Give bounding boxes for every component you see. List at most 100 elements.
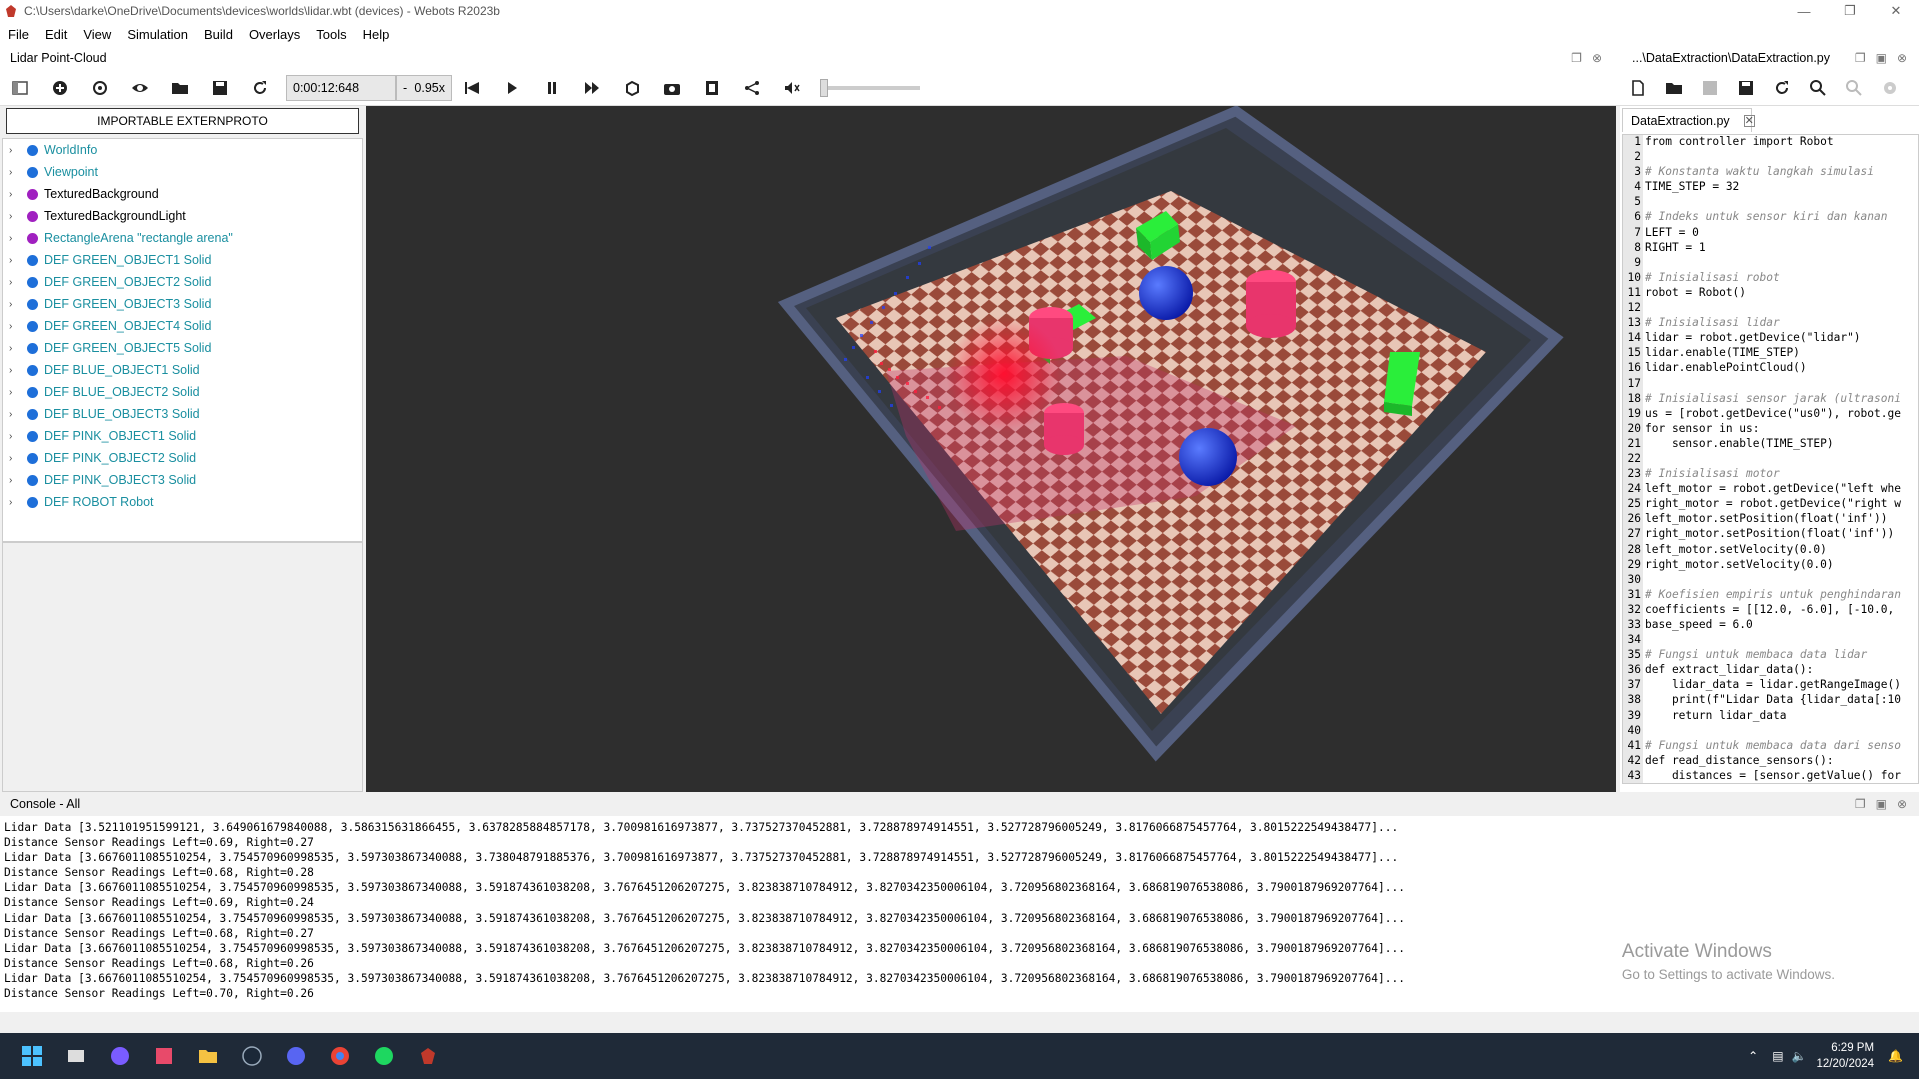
code-line[interactable]: 37 lidar_data = lidar.getRangeImage() (1623, 678, 1918, 694)
code-line[interactable]: 28 left_motor.setVelocity(0.0) (1623, 542, 1918, 558)
editor-maximize-icon[interactable]: ▣ (1876, 51, 1887, 65)
code-line[interactable]: 6 # Indeks untuk sensor kiri dan kanan (1623, 210, 1918, 226)
scene-tree-item[interactable]: › DEF PINK_OBJECT1 Solid (3, 425, 362, 447)
copilot-button[interactable] (98, 1036, 142, 1076)
scene-tree-item[interactable]: › DEF GREEN_OBJECT3 Solid (3, 293, 362, 315)
scene-tree-item[interactable]: › DEF ROBOT Robot (3, 491, 362, 513)
close-icon[interactable]: ✕ (1873, 0, 1919, 22)
save-file-disabled-button[interactable] (1694, 74, 1726, 102)
build-button[interactable] (1874, 74, 1906, 102)
notification-bell-icon[interactable]: 🔔 (1888, 1049, 1903, 1063)
editor-undock-icon[interactable]: ❐ (1855, 51, 1866, 65)
reload-world-button[interactable] (244, 74, 276, 102)
code-line[interactable]: 41 # Fungsi untuk membaca data dari senso (1623, 738, 1918, 754)
record-movie-button[interactable] (696, 74, 728, 102)
code-line[interactable]: 38 print(f"Lidar Data {lidar_data[:10 (1623, 693, 1918, 709)
code-line[interactable]: 4 TIME_STEP = 32 (1623, 180, 1918, 196)
step-button[interactable] (496, 74, 528, 102)
code-line[interactable]: 22 (1623, 451, 1918, 468)
chevron-right-icon[interactable]: › (9, 431, 23, 442)
network-icon[interactable]: ▤ (1772, 1049, 1783, 1063)
scene-tree-item[interactable]: › DEF GREEN_OBJECT5 Solid (3, 337, 362, 359)
clock[interactable]: 6:29 PM 12/20/2024 (1816, 1040, 1874, 1072)
code-line[interactable]: 21 sensor.enable(TIME_STEP) (1623, 436, 1918, 452)
chevron-right-icon[interactable]: › (9, 277, 23, 288)
chevron-right-icon[interactable]: › (9, 145, 23, 156)
code-line[interactable]: 42 def read_distance_sensors(): (1623, 753, 1918, 769)
save-all-button[interactable] (1730, 74, 1762, 102)
chevron-right-icon[interactable]: › (9, 189, 23, 200)
steam-button[interactable] (230, 1036, 274, 1076)
code-line[interactable]: 17 (1623, 376, 1918, 392)
chevron-right-icon[interactable]: › (9, 211, 23, 222)
open-file-button[interactable] (1658, 74, 1690, 102)
undock-icon[interactable]: ❐ (1571, 51, 1582, 65)
reset-simulation-button[interactable] (456, 74, 488, 102)
find-next-button[interactable] (1838, 74, 1870, 102)
scene-tree-item[interactable]: › WorldInfo (3, 139, 362, 161)
code-line[interactable]: 32 coefficients = [[12.0, -6.0], [-10.0, (1623, 602, 1918, 618)
code-line[interactable]: 25 right_motor = robot.getDevice("right w (1623, 497, 1918, 513)
chevron-up-icon[interactable]: ⌃ (1748, 1049, 1758, 1063)
code-line[interactable]: 23 # Inisialisasi motor (1623, 467, 1918, 483)
new-file-button[interactable] (1622, 74, 1654, 102)
toggle-scene-tree-button[interactable] (4, 74, 36, 102)
code-line[interactable]: 5 (1623, 195, 1918, 211)
file-explorer-button[interactable] (186, 1036, 230, 1076)
chevron-right-icon[interactable]: › (9, 343, 23, 354)
code-line[interactable]: 11 robot = Robot() (1623, 285, 1918, 302)
chevron-right-icon[interactable]: › (9, 233, 23, 244)
scene-tree-item[interactable]: › DEF GREEN_OBJECT4 Solid (3, 315, 362, 337)
scene-tree-item[interactable]: › DEF GREEN_OBJECT2 Solid (3, 271, 362, 293)
menu-edit[interactable]: Edit (37, 27, 75, 42)
code-line[interactable]: 19 us = [robot.getDevice("us0"), robot.ge (1623, 406, 1918, 422)
chevron-right-icon[interactable]: › (9, 409, 23, 420)
code-line[interactable]: 31 # Koefisien empiris untuk penghindaran (1623, 587, 1918, 603)
console-undock-icon[interactable]: ❐ (1855, 797, 1866, 811)
menu-file[interactable]: File (0, 27, 37, 42)
chevron-right-icon[interactable]: › (9, 167, 23, 178)
editor-close-icon[interactable]: ⊗ (1897, 51, 1907, 65)
maximize-icon[interactable]: ❐ (1827, 0, 1873, 22)
minimize-icon[interactable]: — (1781, 0, 1827, 22)
spotify-button[interactable] (362, 1036, 406, 1076)
chevron-right-icon[interactable]: › (9, 255, 23, 266)
menu-help[interactable]: Help (355, 27, 398, 42)
menu-view[interactable]: View (75, 27, 119, 42)
code-area[interactable]: 1 from controller import Robot 2 3 # Konstan… (1622, 134, 1919, 784)
pause-button[interactable] (536, 74, 568, 102)
scene-tree-item[interactable]: › DEF BLUE_OBJECT2 Solid (3, 381, 362, 403)
scene-tree-item[interactable]: › TexturedBackground (3, 183, 362, 205)
fast-forward-button[interactable] (576, 74, 608, 102)
code-line[interactable]: 20 for sensor in us: (1623, 421, 1918, 437)
webots-taskbar-button[interactable] (406, 1036, 450, 1076)
code-line[interactable]: 35 # Fungsi untuk membaca data lidar (1623, 648, 1918, 664)
scene-tree-item[interactable]: › RectangleArena "rectangle arena" (3, 227, 362, 249)
discord-button[interactable] (274, 1036, 318, 1076)
code-line[interactable]: 34 (1623, 633, 1918, 649)
code-line[interactable]: 15 lidar.enable(TIME_STEP) (1623, 346, 1918, 362)
menu-overlays[interactable]: Overlays (241, 27, 308, 42)
tab-close-icon[interactable]: ✕ (1743, 114, 1755, 127)
scene-tree-item[interactable]: › Viewpoint (3, 161, 362, 183)
chevron-right-icon[interactable]: › (9, 321, 23, 332)
scene-tree-item[interactable]: › DEF PINK_OBJECT2 Solid (3, 447, 362, 469)
render-toggle-button[interactable] (616, 74, 648, 102)
chevron-right-icon[interactable]: › (9, 365, 23, 376)
chevron-right-icon[interactable]: › (9, 453, 23, 464)
view-toggle-button[interactable] (124, 74, 156, 102)
console-close-icon[interactable]: ⊗ (1897, 797, 1907, 811)
open-world-button[interactable] (164, 74, 196, 102)
screenshot-button[interactable] (656, 74, 688, 102)
code-line[interactable]: 9 (1623, 255, 1918, 271)
editor-tab-dataextraction[interactable]: DataExtraction.py ✕ (1622, 108, 1755, 132)
code-line[interactable]: 1 from controller import Robot (1623, 135, 1918, 151)
menu-simulation[interactable]: Simulation (119, 27, 196, 42)
start-button[interactable] (10, 1036, 54, 1076)
scene-tree-item[interactable]: › DEF PINK_OBJECT3 Solid (3, 469, 362, 491)
reset-viewpoint-button[interactable] (84, 74, 116, 102)
volume-slider[interactable] (820, 78, 920, 97)
code-line[interactable]: 3 # Konstanta waktu langkah simulasi (1623, 165, 1918, 181)
revert-button[interactable] (1766, 74, 1798, 102)
code-line[interactable]: 10 # Inisialisasi robot (1623, 270, 1918, 286)
